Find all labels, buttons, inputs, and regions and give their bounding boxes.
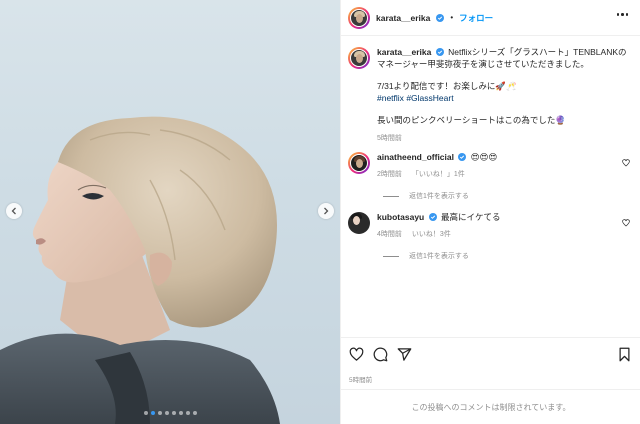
carousel-prev-button[interactable] <box>6 203 22 219</box>
separator: • <box>450 13 454 22</box>
avatar[interactable] <box>348 47 370 69</box>
chevron-right-icon <box>324 207 329 215</box>
post-timestamp[interactable]: 5時間前 <box>349 374 372 384</box>
carousel-indicator <box>0 411 340 415</box>
comment-likes[interactable]: いいね！3件 <box>412 229 451 240</box>
post-actions: 5時間前 <box>341 337 640 387</box>
heart-icon[interactable] <box>349 347 364 362</box>
carousel-next-button[interactable] <box>318 203 334 219</box>
heart-icon[interactable] <box>622 159 630 167</box>
verified-badge-icon <box>428 213 437 221</box>
comment-icon[interactable] <box>373 347 388 362</box>
portrait-illustration <box>0 116 280 424</box>
view-replies-label: 返信1件を表示する <box>409 253 469 260</box>
carousel-dot <box>150 411 155 415</box>
carousel-dot <box>192 411 197 415</box>
comment-item: ainatheend_official 😍😍😍 2時間前 「いいね！」1件 <box>348 152 634 180</box>
avatar[interactable] <box>348 6 370 29</box>
post-panel: karata__erika • フォロー karata__erika Netfl… <box>340 0 640 424</box>
comment-timestamp[interactable]: 4時間前 <box>377 229 402 240</box>
caption-username[interactable]: karata__erika <box>377 47 431 57</box>
share-icon[interactable] <box>397 347 412 362</box>
heart-icon[interactable] <box>622 219 630 227</box>
hashtag-glassheart[interactable]: #GlassHeart <box>406 93 453 103</box>
comment-text: 😍😍😍 <box>470 152 498 162</box>
avatar[interactable] <box>348 152 370 174</box>
comments-area[interactable]: karata__erika Netflixシリーズ「グラスハート」TENBLAN… <box>341 37 640 337</box>
carousel-dot <box>157 411 162 415</box>
comments-restricted-notice: この投稿へのコメントは制限されています。 <box>341 389 640 424</box>
caption-line-2: 7/31より配信です！お楽しみに🚀🥂 <box>377 81 517 91</box>
post-header: karata__erika • フォロー <box>341 0 640 36</box>
carousel-dot <box>178 411 183 415</box>
more-options-icon[interactable] <box>616 13 628 16</box>
comment-item: kubotasayu 最高にイケてる 4時間前 いいね！3件 <box>348 212 634 240</box>
follow-button[interactable]: フォロー <box>459 12 493 24</box>
comment-likes[interactable]: 「いいね！」1件 <box>412 169 465 180</box>
view-replies-button[interactable]: 返信1件を表示する <box>383 251 469 261</box>
verified-badge-icon <box>435 48 444 56</box>
comment-username[interactable]: kubotasayu <box>377 212 424 222</box>
post-photo[interactable] <box>0 0 340 424</box>
caption-line-3: 長い間のピンクベリーショートはこの為でした🔮 <box>377 115 566 125</box>
verified-badge-icon <box>436 13 445 22</box>
carousel-dot <box>185 411 190 415</box>
comment-username[interactable]: ainatheend_official <box>377 152 454 162</box>
caption-timestamp[interactable]: 5時間前 <box>377 133 633 145</box>
carousel-dot <box>171 411 176 415</box>
author-username[interactable]: karata__erika <box>376 13 430 23</box>
view-replies-button[interactable]: 返信1件を表示する <box>383 191 469 201</box>
caption: karata__erika Netflixシリーズ「グラスハート」TENBLAN… <box>348 47 634 144</box>
chevron-left-icon <box>11 207 16 215</box>
comment-timestamp[interactable]: 2時間前 <box>377 169 402 180</box>
hashtag-netflix[interactable]: #netflix <box>377 93 404 103</box>
avatar[interactable] <box>348 212 370 234</box>
comment-text: 最高にイケてる <box>441 212 501 222</box>
view-replies-label: 返信1件を表示する <box>409 193 469 200</box>
carousel-dot <box>143 411 148 415</box>
carousel-dot <box>164 411 169 415</box>
bookmark-icon[interactable] <box>618 347 631 362</box>
verified-badge-icon <box>458 153 467 161</box>
